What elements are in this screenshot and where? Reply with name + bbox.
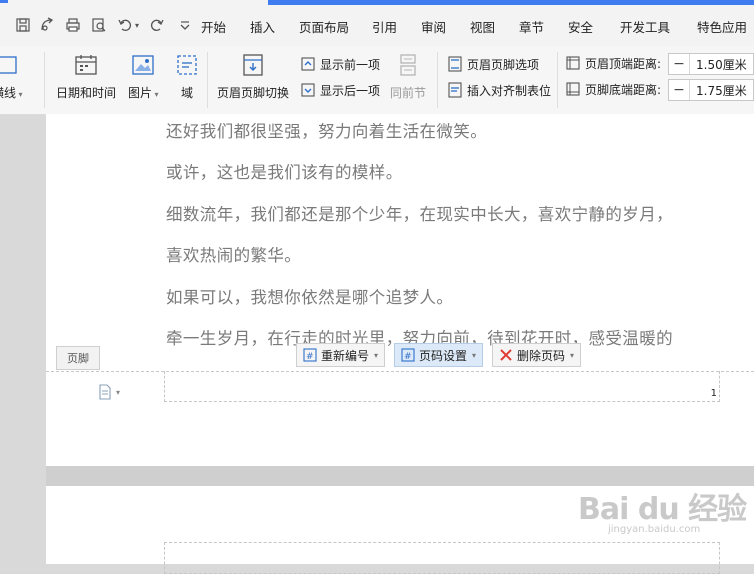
redo-icon[interactable] <box>146 14 168 36</box>
delete-page-number-label: 删除页码 <box>517 348 566 363</box>
watermark: Bai du 经验 jingyan.baidu.com <box>578 484 747 535</box>
page-number-settings-label: 页码设置 <box>419 348 468 363</box>
footer-area[interactable]: 1 <box>164 371 720 402</box>
insert-align-tab-button[interactable]: 插入对齐制表位 <box>446 80 551 100</box>
header-footer-switch-button[interactable]: 页眉页脚切换 <box>217 52 289 101</box>
print-icon[interactable] <box>62 14 84 36</box>
date-time-label: 日期和时间 <box>56 86 117 100</box>
tab-section[interactable]: 章节 <box>519 17 544 36</box>
header-area[interactable] <box>164 542 720 574</box>
customize-toolbar-icon[interactable] <box>174 14 196 36</box>
decrement-icon[interactable]: − <box>669 54 690 74</box>
tab-page-layout[interactable]: 页面布局 <box>299 17 349 36</box>
ribbon-separator <box>44 52 45 108</box>
paragraph[interactable]: 还好我们都很坚强，努力向着生活在微笑。 <box>166 118 487 142</box>
delete-page-number-button[interactable]: 删除页码 ▾ <box>492 343 582 367</box>
header-top-distance-value[interactable]: 1.50厘米 <box>690 56 747 73</box>
tab-review[interactable]: 审阅 <box>421 17 446 36</box>
date-time-button[interactable]: 日期和时间 <box>56 52 116 101</box>
footer-bottom-distance-label-row: 页脚底端距离: <box>564 79 661 99</box>
renumber-button[interactable]: # 重新编号 ▾ <box>296 343 386 367</box>
header-footer-options-button[interactable]: 页眉页脚选项 <box>446 54 539 74</box>
tab-special-apps[interactable]: 特色应用 <box>697 17 747 36</box>
tab-developer[interactable]: 开发工具 <box>620 17 670 36</box>
chevron-down-icon: ▾ <box>374 350 379 360</box>
picture-label: 图片 <box>128 86 153 100</box>
chevron-down-icon: ▾ <box>116 387 121 397</box>
field-button[interactable]: 域 <box>174 52 200 101</box>
show-previous-icon <box>299 55 317 73</box>
decrement-icon[interactable]: − <box>669 80 690 100</box>
show-next-label: 显示后一项 <box>320 83 381 98</box>
header-top-distance-label-row: 页眉顶端距离: <box>564 53 661 73</box>
document-page[interactable]: 还好我们都很坚强，努力向着生活在微笑。 或许，这也是我们该有的模样。 细数流年，… <box>46 114 754 466</box>
menu-bar: ▾ 开始 插入 页面布局 引用 审阅 视图 章节 安全 开发工具 特色应用 <box>0 0 754 47</box>
header-footer-options-label: 页眉页脚选项 <box>467 57 540 72</box>
undo-dropdown-icon[interactable]: ▾ <box>132 14 142 36</box>
ribbon-separator <box>437 52 438 108</box>
ribbon: 横线 ▾ 日期和时间 图片 ▾ 域 页眉页脚切换 显示前一项 <box>0 46 754 115</box>
same-as-previous-label: 同前节 <box>390 86 427 100</box>
show-next-button[interactable]: 显示后一项 <box>299 80 380 100</box>
tab-edge <box>0 0 8 3</box>
paragraph[interactable]: 如果可以，我想你依然是哪个追梦人。 <box>166 284 453 308</box>
print-preview-icon[interactable] <box>88 14 110 36</box>
tab-start[interactable]: 开始 <box>201 17 226 36</box>
footer-bottom-distance-value[interactable]: 1.75厘米 <box>690 82 747 99</box>
header-top-distance-field[interactable]: − 1.50厘米 <box>668 53 754 75</box>
footer-tag: 页脚 <box>56 346 100 370</box>
header-footer-options-icon <box>446 55 464 73</box>
watermark-url: jingyan.baidu.com <box>608 524 701 535</box>
horizontal-line-icon <box>0 52 20 78</box>
picture-icon <box>130 52 156 78</box>
renumber-label: 重新编号 <box>321 348 370 363</box>
insert-align-tab-icon <box>446 81 464 99</box>
footer-bottom-distance-field[interactable]: − 1.75厘米 <box>668 79 754 101</box>
show-next-icon <box>299 81 317 99</box>
renumber-icon: # <box>303 348 317 362</box>
chevron-down-icon: ▾ <box>472 350 477 360</box>
tab-references[interactable]: 引用 <box>372 17 397 36</box>
horizontal-line-button[interactable]: 横线 ▾ <box>0 52 23 101</box>
page-gap <box>46 466 754 486</box>
header-footer-switch-icon <box>240 52 266 78</box>
svg-text:#: # <box>404 352 412 362</box>
page-number: 1 <box>710 388 717 399</box>
picture-button[interactable]: 图片 ▾ <box>128 52 159 101</box>
footer-doc-icon[interactable]: ▾ <box>98 384 120 400</box>
insert-align-tab-label: 插入对齐制表位 <box>467 83 552 98</box>
chevron-down-icon: ▾ <box>570 350 575 360</box>
ribbon-separator <box>207 52 208 108</box>
same-as-previous-button[interactable]: 同前节 <box>390 52 426 101</box>
ribbon-separator <box>557 52 558 108</box>
save-icon[interactable] <box>12 14 34 36</box>
footer-bottom-distance-label: 页脚底端距离: <box>585 82 662 97</box>
tab-view[interactable]: 视图 <box>470 17 495 36</box>
field-icon <box>174 52 200 78</box>
paragraph[interactable]: 或许，这也是我们该有的模样。 <box>166 159 403 183</box>
header-top-distance-icon <box>564 54 582 72</box>
export-pdf-icon[interactable] <box>36 14 58 36</box>
horizontal-line-label: 横线 <box>0 86 17 100</box>
title-accent-strip <box>268 0 754 5</box>
page-number-settings-button[interactable]: # 页码设置 ▾ <box>394 343 484 367</box>
field-label: 域 <box>180 86 193 100</box>
show-previous-label: 显示前一项 <box>320 57 381 72</box>
page-number-settings-icon: # <box>401 348 415 362</box>
tab-security[interactable]: 安全 <box>568 17 593 36</box>
paragraph[interactable]: 喜欢热闹的繁华。 <box>166 242 301 266</box>
paragraph[interactable]: 细数流年，我们都还是那个少年，在现实中长大，喜欢宁静的岁月， <box>166 201 673 225</box>
footer-bottom-distance-icon <box>564 80 582 98</box>
calendar-icon <box>73 52 99 78</box>
delete-x-icon <box>499 348 513 362</box>
svg-text:#: # <box>306 352 314 362</box>
header-footer-switch-label: 页眉页脚切换 <box>217 86 290 100</box>
same-as-previous-icon <box>395 52 421 78</box>
watermark-logo: Bai du 经验 <box>578 492 747 527</box>
tab-insert[interactable]: 插入 <box>250 17 275 36</box>
show-previous-button[interactable]: 显示前一项 <box>299 54 380 74</box>
header-top-distance-label: 页眉顶端距离: <box>585 56 662 71</box>
